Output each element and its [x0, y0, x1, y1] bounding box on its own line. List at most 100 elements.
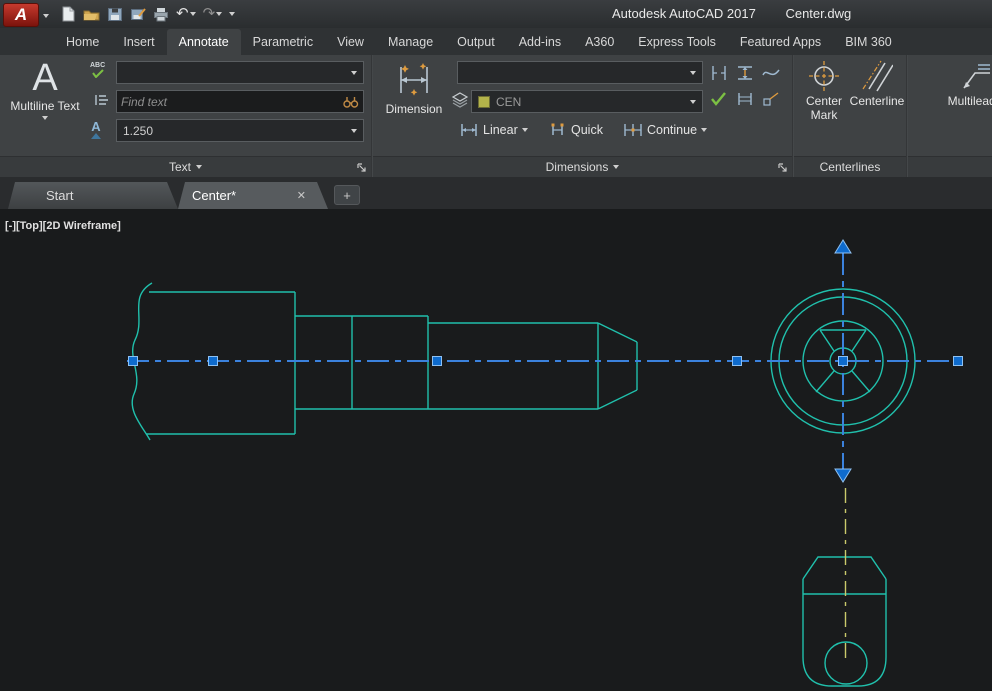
tab-express-tools[interactable]: Express Tools — [626, 29, 728, 55]
annotative-icon: A — [91, 121, 100, 133]
quick-access-toolbar: ↶ ↷ — [61, 6, 235, 22]
tab-a360[interactable]: A360 — [573, 29, 626, 55]
continue-dimension-button[interactable]: Continue — [623, 117, 707, 143]
plus-icon: + — [343, 188, 351, 203]
redo-button[interactable]: ↷ — [203, 7, 223, 21]
tab-home[interactable]: Home — [54, 29, 111, 55]
doc-tab-center[interactable]: Center* ✕ — [178, 182, 328, 209]
text-style-combo[interactable] — [116, 61, 364, 84]
dimensions-panel-footer[interactable]: Dimensions — [373, 156, 792, 177]
redo-caret-icon[interactable] — [216, 12, 222, 16]
printer-icon — [153, 7, 169, 22]
undo-button[interactable]: ↶ — [176, 7, 196, 21]
dim-break-icon — [709, 64, 729, 82]
linear-dimension-button[interactable]: Linear — [459, 117, 528, 143]
annotative-triangle-icon — [91, 133, 101, 139]
title-bar: A — [0, 0, 992, 28]
tab-close-icon[interactable]: ✕ — [297, 189, 306, 202]
text-dialog-launcher-icon[interactable] — [357, 163, 367, 173]
drawing-area[interactable]: [-][Top][2D Wireframe] — [0, 209, 992, 691]
cylinder-geometry[interactable] — [803, 557, 886, 686]
multiline-text-icon: A — [32, 58, 57, 98]
save-button[interactable] — [107, 7, 123, 22]
dim-update-button[interactable] — [733, 87, 757, 111]
viewport-controls[interactable]: [-][Top][2D Wireframe] — [5, 220, 121, 232]
multiline-text-button[interactable]: A Multiline Text — [6, 58, 84, 120]
dim-jog-line-icon — [761, 64, 781, 82]
tab-featured-apps[interactable]: Featured Apps — [728, 29, 833, 55]
undo-caret-icon[interactable] — [190, 12, 196, 16]
centerline-button[interactable]: Centerline — [851, 59, 903, 109]
center-mark-icon — [808, 59, 840, 93]
annotation-scale-combo[interactable]: 1.250 — [116, 119, 364, 142]
dimension-tools — [707, 61, 783, 111]
tab-annotate[interactable]: Annotate — [167, 29, 241, 55]
dim-adjust-space-button[interactable] — [733, 61, 757, 85]
tab-parametric[interactable]: Parametric — [241, 29, 325, 55]
tab-bim360[interactable]: BIM 360 — [833, 29, 904, 55]
new-file-button[interactable] — [61, 6, 76, 22]
app-title: Autodesk AutoCAD 2017 — [612, 6, 756, 21]
tab-output[interactable]: Output — [445, 29, 507, 55]
layers-icon — [451, 91, 469, 109]
annotative-scale-button[interactable]: A — [91, 121, 101, 139]
dim-inspect-button[interactable] — [707, 87, 731, 111]
centerline-icon — [861, 59, 893, 93]
find-text-input[interactable] — [121, 95, 342, 109]
tab-add-ins[interactable]: Add-ins — [507, 29, 573, 55]
continue-dimension-icon — [623, 122, 643, 138]
multiline-text-caret-icon — [42, 116, 48, 120]
dim-break-button[interactable] — [707, 61, 731, 85]
new-file-icon — [61, 6, 76, 22]
spell-check-icon — [92, 69, 104, 78]
doc-tab-start[interactable]: Start — [8, 182, 178, 209]
layer-caret-icon — [690, 100, 696, 104]
tab-insert[interactable]: Insert — [111, 29, 166, 55]
text-style-caret-icon — [351, 71, 357, 75]
quick-dimension-button[interactable]: Quick — [549, 117, 603, 143]
save-as-icon — [130, 7, 146, 22]
app-menu-caret-icon[interactable] — [43, 14, 49, 18]
extend-grip-down — [835, 469, 851, 482]
dimensions-dialog-launcher-icon[interactable] — [778, 163, 788, 173]
save-as-button[interactable] — [130, 7, 146, 22]
text-align-button[interactable] — [94, 93, 108, 107]
find-binoculars-icon[interactable] — [342, 94, 359, 109]
dim-layer-button[interactable] — [451, 91, 469, 109]
dim-jog-line-button[interactable] — [759, 61, 783, 85]
dimension-layer-combo[interactable]: CEN — [471, 90, 703, 113]
linear-caret-icon[interactable] — [522, 128, 528, 132]
multileader-button[interactable]: Multileader — [934, 59, 992, 109]
find-text-field[interactable] — [116, 90, 364, 113]
new-drawing-tab-button[interactable]: + — [334, 185, 360, 205]
document-title: Center.dwg — [785, 6, 851, 21]
layer-color-swatch — [478, 96, 490, 108]
check-spelling-button[interactable]: ABC — [90, 62, 105, 78]
spell-abc-icon: ABC — [90, 62, 105, 69]
autocad-window: A — [0, 0, 992, 691]
dimension-button[interactable]: Dimension — [381, 59, 447, 117]
open-button[interactable] — [83, 7, 100, 22]
continue-caret-icon[interactable] — [701, 128, 707, 132]
selected-centerline[interactable] — [127, 253, 963, 469]
quick-dimension-icon — [549, 122, 567, 138]
dimension-icon — [395, 59, 433, 101]
dimension-style-combo[interactable] — [457, 61, 703, 84]
drawing-canvas[interactable] — [0, 209, 992, 691]
dimensions-panel-caret-icon — [613, 165, 619, 169]
text-panel-footer[interactable]: Text — [0, 156, 371, 177]
center-mark-button[interactable]: Center Mark — [798, 59, 850, 122]
tab-manage[interactable]: Manage — [376, 29, 445, 55]
centerlines-panel-footer: Centerlines — [794, 156, 906, 177]
dim-reassociate-button[interactable] — [759, 87, 783, 111]
window-title: Autodesk AutoCAD 2017 Center.dwg — [612, 6, 851, 21]
scale-caret-icon — [351, 129, 357, 133]
tab-view[interactable]: View — [325, 29, 376, 55]
plot-button[interactable] — [153, 7, 169, 22]
dim-update-icon — [735, 90, 755, 108]
linear-dimension-icon — [459, 122, 479, 138]
text-panel: A Multiline Text ABC A — [0, 55, 371, 177]
qat-customize-caret-icon[interactable] — [229, 12, 235, 16]
dim-inspect-icon — [709, 90, 729, 108]
autocad-logo[interactable]: A — [3, 3, 39, 27]
